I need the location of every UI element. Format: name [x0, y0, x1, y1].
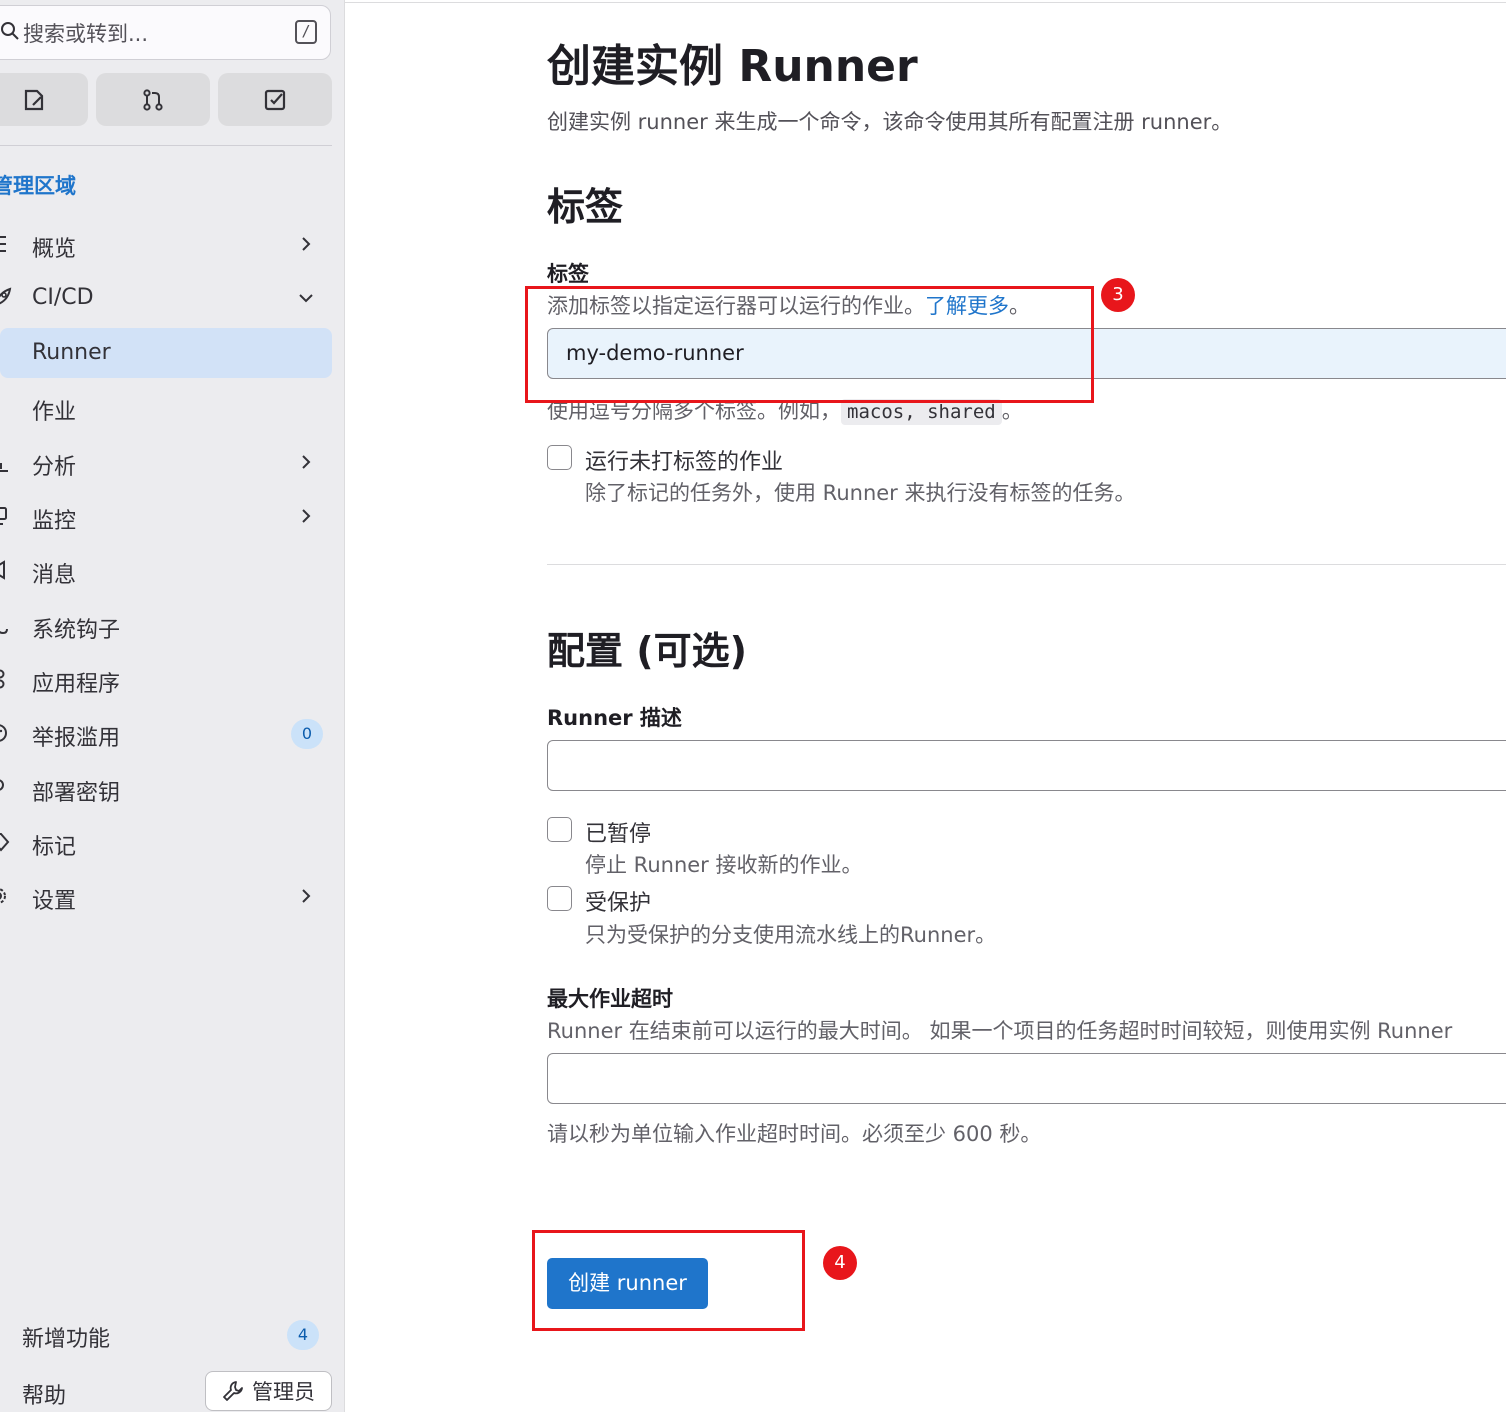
sidebar-item-labels[interactable]: 标记	[0, 817, 332, 867]
merge-request-icon	[143, 88, 163, 111]
run-untagged-label: 运行未打标签的作业	[585, 450, 784, 475]
sidebar-item-label: 标记	[32, 835, 77, 860]
run-untagged-checkbox[interactable]	[547, 445, 572, 470]
chevron-right-icon	[302, 455, 311, 469]
config-heading: 配置 (可选)	[547, 629, 747, 673]
sidebar-item-monitoring[interactable]: 监控	[0, 491, 332, 541]
help-label: 帮助	[22, 1384, 67, 1409]
paused-help: 停止 Runner 接收新的作业。	[585, 853, 863, 877]
tags-label: 标签	[547, 262, 589, 286]
search-shortcut-key: /	[295, 20, 317, 44]
paused-checkbox[interactable]	[547, 817, 572, 842]
sidebar-item-abuse-reports[interactable]: 举报滥用 0	[0, 708, 332, 758]
timeout-input[interactable]	[547, 1053, 1506, 1104]
sidebar-item-label: 系统钩子	[32, 618, 121, 643]
admin-button-label: 管理员	[252, 1380, 315, 1404]
section-title: 管理区域	[0, 174, 76, 198]
whats-new-icon	[0, 1323, 8, 1345]
sidebar-item-cicd[interactable]: CI/CD	[0, 273, 332, 323]
rocket-icon	[0, 287, 12, 305]
settings-icon	[0, 888, 6, 904]
sidebar-item-analytics[interactable]: 分析	[0, 437, 332, 487]
timeout-help: Runner 在结束前可以运行的最大时间。 如果一个项目的任务超时时间较短，则使…	[547, 1019, 1453, 1043]
todo-icon	[264, 89, 286, 110]
protected-label: 受保护	[585, 891, 652, 916]
sidebar-item-runner[interactable]: Runner	[0, 328, 332, 378]
admin-button[interactable]: 管理员	[205, 1371, 332, 1411]
sidebar-item-label: 部署密钥	[32, 781, 121, 806]
megaphone-icon	[0, 560, 5, 580]
paused-label: 已暂停	[585, 822, 652, 847]
chevron-right-icon	[302, 889, 311, 903]
sidebar-item-label: 分析	[32, 455, 77, 480]
help-icon	[0, 1380, 8, 1402]
timeout-hint: 请以秒为单位输入作业超时时间。必须至少 600 秒。	[547, 1122, 1042, 1146]
sidebar-item-label: CI/CD	[32, 285, 94, 310]
hook-icon	[0, 628, 8, 635]
wrench-icon	[223, 1381, 243, 1401]
sidebar-item-label: 监控	[32, 509, 77, 534]
search-icon	[1, 22, 19, 40]
search-placeholder: 搜索或转到...	[23, 22, 149, 46]
sidebar-item-settings[interactable]: 设置	[0, 871, 332, 921]
chart-icon	[0, 463, 8, 472]
issues-button[interactable]	[0, 73, 88, 126]
chevron-right-icon	[302, 509, 311, 523]
protected-checkbox[interactable]	[547, 886, 572, 911]
key-icon	[0, 779, 4, 791]
page-description: 创建实例 runner 来生成一个命令，该命令使用其所有配置注册 runner。	[547, 110, 1233, 134]
run-untagged-help: 除了标记的任务外，使用 Runner 来执行没有标签的任务。	[585, 481, 1136, 505]
sidebar-item-deploy-keys[interactable]: 部署密钥	[0, 763, 332, 813]
sidebar-item-label: 举报滥用	[32, 726, 121, 751]
page-title: 创建实例 Runner	[547, 41, 918, 92]
protected-help: 只为受保护的分支使用流水线上的Runner。	[585, 923, 997, 947]
sidebar-item-label: Runner	[32, 340, 111, 365]
todo-button[interactable]	[218, 73, 332, 126]
label-icon	[0, 833, 10, 852]
merge-requests-button[interactable]	[96, 73, 210, 126]
sidebar-item-label: 设置	[32, 889, 77, 914]
apps-icon	[0, 669, 5, 689]
sidebar-item-label: 应用程序	[32, 672, 121, 697]
issues-icon	[24, 89, 44, 110]
whats-new-badge: 4	[287, 1320, 319, 1350]
sidebar-item-applications[interactable]: 应用程序	[0, 654, 332, 704]
annotation-box-3	[525, 286, 1094, 403]
description-input[interactable]	[547, 740, 1506, 791]
annotation-marker-3: 3	[1101, 278, 1135, 312]
sidebar-item-overview[interactable]: 概览	[0, 219, 332, 269]
whats-new-link[interactable]: 新增功能 4	[0, 1309, 332, 1359]
search-input[interactable]: 搜索或转到... /	[0, 5, 331, 60]
description-label: Runner 描述	[547, 706, 682, 730]
sidebar-item-system-hooks[interactable]: 系统钩子	[0, 600, 332, 650]
section-divider	[547, 564, 1506, 565]
annotation-marker-4: 4	[823, 1246, 857, 1280]
sidebar-item-label: 作业	[32, 400, 77, 425]
sidebar: 搜索或转到... / 管理区域 概览 CI/CD Runner 作业 分析 监控	[0, 0, 345, 1412]
sidebar-item-jobs[interactable]: 作业	[0, 382, 332, 432]
sidebar-divider	[0, 145, 332, 146]
sidebar-item-label: 消息	[32, 563, 77, 588]
sidebar-item-messages[interactable]: 消息	[0, 545, 332, 595]
whats-new-label: 新增功能	[22, 1327, 111, 1352]
sidebar-item-label: 概览	[32, 237, 77, 262]
chevron-right-icon	[302, 237, 311, 251]
monitor-icon	[0, 507, 7, 525]
abuse-count-badge: 0	[291, 719, 323, 749]
tags-heading: 标签	[547, 185, 624, 229]
chevron-down-icon	[299, 294, 313, 303]
main-content: 创建实例 Runner 创建实例 runner 来生成一个命令，该命令使用其所有…	[547, 0, 1506, 1412]
list-icon	[0, 236, 6, 252]
annotation-box-4	[532, 1230, 805, 1331]
timeout-label: 最大作业超时	[547, 987, 673, 1011]
abuse-icon	[0, 724, 7, 742]
